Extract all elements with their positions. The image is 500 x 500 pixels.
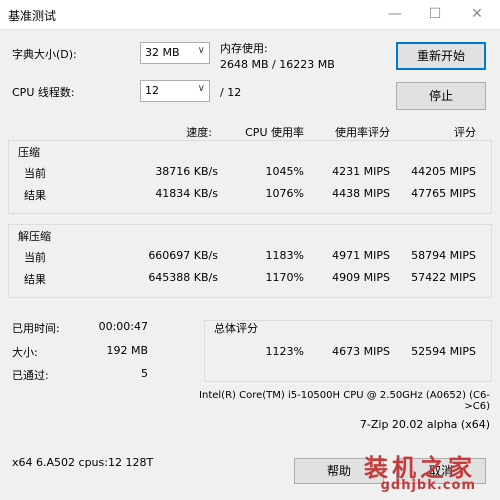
compress-result-label: 结果 [24, 189, 46, 202]
memory-usage-label: 内存使用: [220, 42, 268, 55]
elapsed-time-label: 已用时间: [12, 322, 60, 335]
cpu-threads-select[interactable]: 12 ∨ [140, 80, 210, 102]
chevron-down-icon: ∨ [197, 83, 205, 94]
cpu-threads-label: CPU 线程数: [12, 86, 75, 99]
cpu-threads-value: 12 [145, 84, 159, 97]
rating-usage-header: 使用率评分 [335, 126, 390, 139]
decompress-result-cpu: 1170% [265, 271, 304, 284]
dictionary-size-select[interactable]: 32 MB ∨ [140, 42, 210, 64]
passes-label: 已通过: [12, 369, 49, 382]
compress-current-speed: 38716 KB/s [155, 165, 218, 178]
decompress-current-cpu: 1183% [265, 249, 304, 262]
compress-title: 压缩 [18, 146, 40, 159]
dictionary-size-value: 32 MB [145, 46, 180, 59]
window-title: 基准测试 [8, 9, 57, 23]
compress-result-speed: 41834 KB/s [155, 187, 218, 200]
compress-result-rating: 47765 MIPS [411, 187, 476, 200]
decompress-result-speed: 645388 KB/s [148, 271, 218, 284]
cpu-threads-total: / 12 [220, 86, 242, 99]
cpu-usage-header: CPU 使用率 [245, 126, 304, 139]
total-cpu-usage: 1123% [265, 345, 304, 358]
speed-header: 速度: [186, 126, 212, 139]
compress-result-rating-usage: 4438 MIPS [332, 187, 390, 200]
cpu-name: Intel(R) Core(TM) i5-10500H CPU @ 2.50GH… [199, 390, 490, 412]
decompress-current-label: 当前 [24, 251, 46, 264]
passes-value: 5 [141, 367, 148, 380]
rating-header: 评分 [454, 126, 476, 139]
decompress-result-rating-usage: 4909 MIPS [332, 271, 390, 284]
build-info: x64 6.A502 cpus:12 128T [12, 456, 154, 469]
memory-usage-value: 2648 MB / 16223 MB [220, 58, 335, 71]
maximize-icon[interactable]: ☐ [420, 4, 450, 24]
minimize-icon[interactable]: — [380, 4, 410, 24]
size-label: 大小: [12, 346, 38, 359]
decompress-current-speed: 660697 KB/s [148, 249, 218, 262]
compress-current-cpu: 1045% [265, 165, 304, 178]
chevron-down-icon: ∨ [197, 45, 205, 56]
total-rating-title: 总体评分 [214, 322, 258, 335]
compress-result-cpu: 1076% [265, 187, 304, 200]
restart-button[interactable]: 重新开始 [396, 42, 486, 70]
elapsed-time-value: 00:00:47 [98, 320, 148, 333]
compress-current-label: 当前 [24, 167, 46, 180]
decompress-result-rating: 57422 MIPS [411, 271, 476, 284]
decompress-title: 解压缩 [18, 230, 51, 243]
compress-current-rating-usage: 4231 MIPS [332, 165, 390, 178]
dictionary-size-label: 字典大小(D): [12, 48, 77, 61]
total-rating-usage: 4673 MIPS [332, 345, 390, 358]
close-icon[interactable]: ✕ [462, 4, 492, 24]
decompress-current-rating: 58794 MIPS [411, 249, 476, 262]
total-rating: 52594 MIPS [411, 345, 476, 358]
size-value: 192 MB [106, 344, 148, 357]
app-version: 7-Zip 20.02 alpha (x64) [359, 418, 490, 431]
watermark-url: gdhjbk.com [380, 478, 476, 493]
decompress-result-label: 结果 [24, 273, 46, 286]
stop-button[interactable]: 停止 [396, 82, 486, 110]
decompress-current-rating-usage: 4971 MIPS [332, 249, 390, 262]
compress-current-rating: 44205 MIPS [411, 165, 476, 178]
